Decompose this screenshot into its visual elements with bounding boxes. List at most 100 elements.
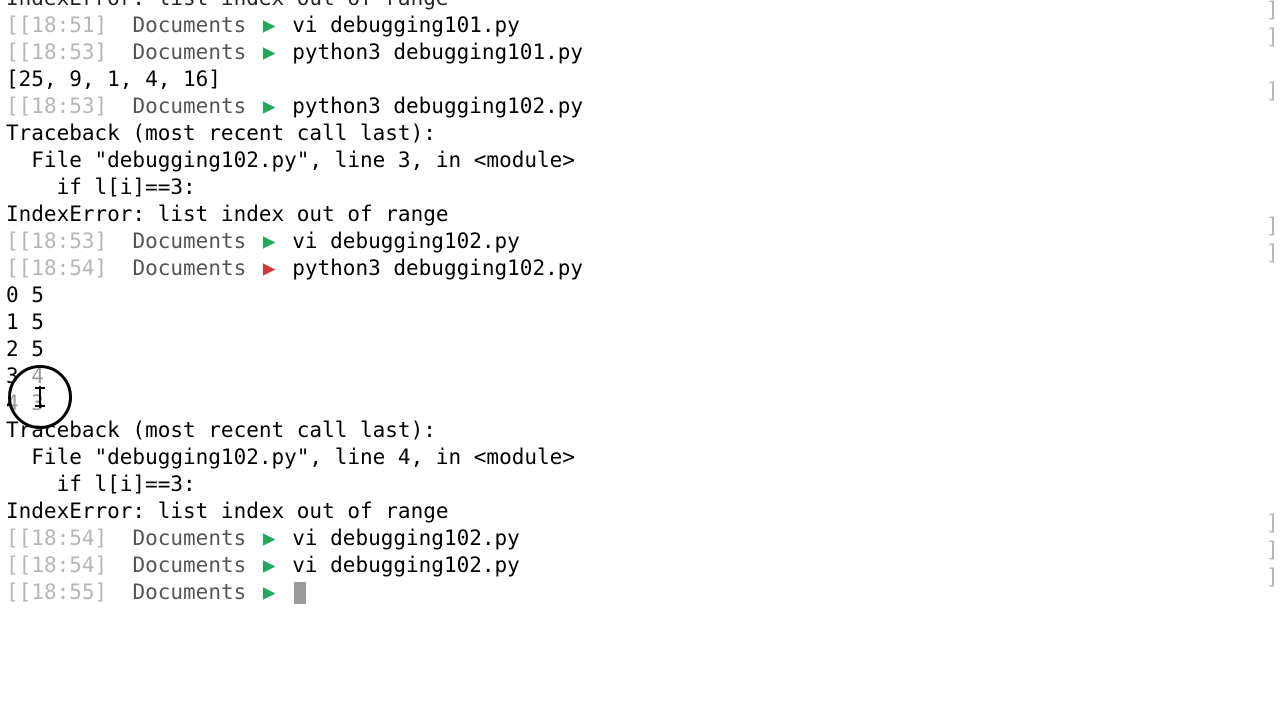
command-text: vi debugging102.py bbox=[292, 526, 520, 550]
timestamp: [18:53] bbox=[19, 94, 108, 118]
prompt-line: [[18:51] Documents ▶ vi debugging101.py bbox=[6, 12, 1274, 39]
stdout-text: IndexError: list index out of range bbox=[6, 202, 449, 226]
stdout-text: 1 5 bbox=[6, 310, 44, 334]
prompt-line: [[18:53] Documents ▶ vi debugging102.py bbox=[6, 228, 1274, 255]
current-directory: Documents bbox=[132, 13, 246, 37]
output-line: if l[i]==3: bbox=[6, 174, 1274, 201]
prompt-arrow-icon: ▶ bbox=[263, 12, 276, 39]
right-bracket-mark bbox=[1266, 186, 1280, 213]
current-directory: Documents bbox=[132, 40, 246, 64]
prompt-arrow-icon: ▶ bbox=[263, 525, 276, 552]
stdout-text: 0 5 bbox=[6, 283, 44, 307]
shell-cursor[interactable] bbox=[294, 582, 306, 604]
stdout-text: if l[i]==3: bbox=[6, 472, 196, 496]
right-bracket-mark bbox=[1266, 159, 1280, 186]
timestamp: [18:53] bbox=[19, 40, 108, 64]
right-margin-marks: ]]]]]]]] bbox=[1266, 0, 1280, 591]
bracket-open: [ bbox=[6, 229, 19, 253]
right-bracket-mark: ] bbox=[1266, 240, 1280, 267]
prompt-line: [[18:53] Documents ▶ python3 debugging10… bbox=[6, 93, 1274, 120]
right-bracket-mark: ] bbox=[1266, 510, 1280, 537]
right-bracket-mark bbox=[1266, 132, 1280, 159]
prompt-line: [[18:55] Documents ▶ bbox=[6, 579, 1274, 606]
timestamp: [18:54] bbox=[19, 256, 108, 280]
output-line: IndexError: list index out of range bbox=[6, 0, 1274, 12]
bracket-open: [ bbox=[6, 553, 19, 577]
right-bracket-mark bbox=[1266, 321, 1280, 348]
output-line: 3 4 bbox=[6, 363, 1274, 390]
output-line: 4 3 bbox=[6, 390, 1274, 417]
prompt-arrow-icon: ▶ bbox=[263, 552, 276, 579]
stdout-text: [25, 9, 1, 4, 16] bbox=[6, 67, 221, 91]
timestamp: [18:51] bbox=[19, 13, 108, 37]
right-bracket-mark bbox=[1266, 375, 1280, 402]
current-directory: Documents bbox=[132, 256, 246, 280]
current-directory: Documents bbox=[132, 229, 246, 253]
right-bracket-mark: ] bbox=[1266, 24, 1280, 51]
command-text: vi debugging102.py bbox=[292, 553, 520, 577]
right-bracket-mark: ] bbox=[1266, 537, 1280, 564]
output-line: 0 5 bbox=[6, 282, 1274, 309]
current-directory: Documents bbox=[132, 553, 246, 577]
output-line: IndexError: list index out of range bbox=[6, 201, 1274, 228]
stdout-text: if l[i]==3: bbox=[6, 175, 196, 199]
right-bracket-mark: ] bbox=[1266, 564, 1280, 591]
output-line: File "debugging102.py", line 3, in <modu… bbox=[6, 147, 1274, 174]
prompt-arrow-icon: ▶ bbox=[263, 93, 276, 120]
prompt-arrow-icon: ▶ bbox=[263, 39, 276, 66]
stdout-text: File "debugging102.py", line 4, in <modu… bbox=[6, 445, 575, 469]
prompt-arrow-icon: ▶ bbox=[263, 228, 276, 255]
command-text: vi debugging102.py bbox=[292, 229, 520, 253]
right-bracket-mark bbox=[1266, 267, 1280, 294]
command-text: python3 debugging102.py bbox=[292, 256, 583, 280]
prompt-arrow-icon: ▶ bbox=[263, 579, 276, 606]
right-bracket-mark bbox=[1266, 105, 1280, 132]
right-bracket-mark: ] bbox=[1266, 0, 1280, 24]
command-text: python3 debugging101.py bbox=[292, 40, 583, 64]
stdout-text: File "debugging102.py", line 3, in <modu… bbox=[6, 148, 575, 172]
stdout-text: 3 4 bbox=[6, 364, 44, 388]
output-line: 2 5 bbox=[6, 336, 1274, 363]
current-directory: Documents bbox=[132, 94, 246, 118]
stdout-text: Traceback (most recent call last): bbox=[6, 418, 436, 442]
right-bracket-mark bbox=[1266, 294, 1280, 321]
prompt-line: [[18:54] Documents ▶ vi debugging102.py bbox=[6, 525, 1274, 552]
right-bracket-mark bbox=[1266, 483, 1280, 510]
output-line: File "debugging102.py", line 4, in <modu… bbox=[6, 444, 1274, 471]
right-bracket-mark bbox=[1266, 348, 1280, 375]
prompt-line: [[18:53] Documents ▶ python3 debugging10… bbox=[6, 39, 1274, 66]
stdout-text: IndexError: list index out of range bbox=[6, 0, 449, 10]
stdout-text: Traceback (most recent call last): bbox=[6, 121, 436, 145]
stdout-text: IndexError: list index out of range bbox=[6, 499, 449, 523]
output-line: if l[i]==3: bbox=[6, 471, 1274, 498]
output-line: IndexError: list index out of range bbox=[6, 498, 1274, 525]
output-line: [25, 9, 1, 4, 16] bbox=[6, 66, 1274, 93]
timestamp: [18:55] bbox=[19, 580, 108, 604]
command-text: vi debugging101.py bbox=[292, 13, 520, 37]
stdout-text: 4 3 bbox=[6, 391, 44, 415]
bracket-open: [ bbox=[6, 13, 19, 37]
right-bracket-mark bbox=[1266, 429, 1280, 456]
timestamp: [18:53] bbox=[19, 229, 108, 253]
current-directory: Documents bbox=[132, 580, 246, 604]
bracket-open: [ bbox=[6, 94, 19, 118]
right-bracket-mark: ] bbox=[1266, 213, 1280, 240]
prompt-arrow-icon: ▶ bbox=[263, 255, 276, 282]
timestamp: [18:54] bbox=[19, 553, 108, 577]
output-line: Traceback (most recent call last): bbox=[6, 120, 1274, 147]
stdout-text: 2 5 bbox=[6, 337, 44, 361]
right-bracket-mark bbox=[1266, 402, 1280, 429]
terminal-output[interactable]: IndexError: list index out of range[[18:… bbox=[0, 0, 1280, 606]
prompt-line: [[18:54] Documents ▶ vi debugging102.py bbox=[6, 552, 1274, 579]
output-line: Traceback (most recent call last): bbox=[6, 417, 1274, 444]
right-bracket-mark: ] bbox=[1266, 78, 1280, 105]
right-bracket-mark bbox=[1266, 456, 1280, 483]
output-line: 1 5 bbox=[6, 309, 1274, 336]
command-text: python3 debugging102.py bbox=[292, 94, 583, 118]
bracket-open: [ bbox=[6, 256, 19, 280]
bracket-open: [ bbox=[6, 40, 19, 64]
current-directory: Documents bbox=[132, 526, 246, 550]
timestamp: [18:54] bbox=[19, 526, 108, 550]
right-bracket-mark bbox=[1266, 51, 1280, 78]
prompt-line: [[18:54] Documents ▶ python3 debugging10… bbox=[6, 255, 1274, 282]
